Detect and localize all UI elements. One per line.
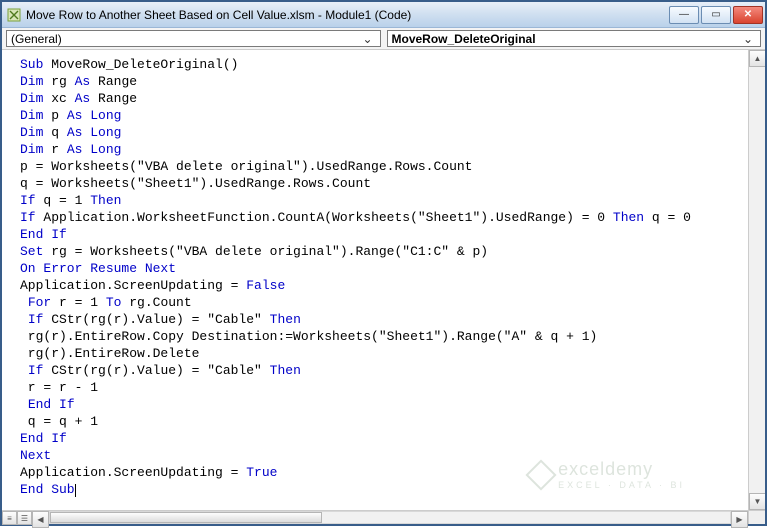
code-line[interactable]: If CStr(rg(r).Value) = "Cable" Then xyxy=(20,311,746,328)
procedure-view-button[interactable]: ≡ xyxy=(2,511,17,525)
code-line[interactable]: If q = 1 Then xyxy=(20,192,746,209)
code-line[interactable]: End If xyxy=(20,226,746,243)
code-line[interactable]: If CStr(rg(r).Value) = "Cable" Then xyxy=(20,362,746,379)
code-line[interactable]: rg(r).EntireRow.Copy Destination:=Worksh… xyxy=(20,328,746,345)
code-line[interactable]: On Error Resume Next xyxy=(20,260,746,277)
code-line[interactable]: Application.ScreenUpdating = True xyxy=(20,464,746,481)
scroll-track[interactable] xyxy=(749,67,765,493)
code-line[interactable]: p = Worksheets("VBA delete original").Us… xyxy=(20,158,746,175)
code-line[interactable]: Next xyxy=(20,447,746,464)
minimize-button[interactable]: ― xyxy=(669,6,699,24)
full-module-view-button[interactable]: ☰ xyxy=(17,511,32,525)
dropdown-row: (General) ⌄ MoveRow_DeleteOriginal ⌄ xyxy=(2,28,765,50)
object-combo[interactable]: (General) ⌄ xyxy=(6,30,381,47)
procedure-combo[interactable]: MoveRow_DeleteOriginal ⌄ xyxy=(387,30,762,47)
code-line[interactable]: rg(r).EntireRow.Delete xyxy=(20,345,746,362)
scroll-left-arrow-icon[interactable]: ◀ xyxy=(32,511,49,528)
scroll-down-arrow-icon[interactable]: ▼ xyxy=(749,493,765,510)
code-line[interactable]: For r = 1 To rg.Count xyxy=(20,294,746,311)
chevron-down-icon: ⌄ xyxy=(740,32,756,46)
maximize-button[interactable]: ▭ xyxy=(701,6,731,24)
code-line[interactable]: Dim p As Long xyxy=(20,107,746,124)
window-title: Move Row to Another Sheet Based on Cell … xyxy=(26,8,411,22)
code-line[interactable]: q = Worksheets("Sheet1").UsedRange.Rows.… xyxy=(20,175,746,192)
code-line[interactable]: Dim r As Long xyxy=(20,141,746,158)
scroll-thumb[interactable] xyxy=(50,512,322,523)
chevron-down-icon: ⌄ xyxy=(360,32,376,46)
code-line[interactable]: Sub MoveRow_DeleteOriginal() xyxy=(20,56,746,73)
scroll-up-arrow-icon[interactable]: ▲ xyxy=(749,50,765,67)
procedure-combo-value: MoveRow_DeleteOriginal xyxy=(392,32,536,46)
scroll-track-h[interactable] xyxy=(49,511,731,524)
code-line[interactable]: If Application.WorksheetFunction.CountA(… xyxy=(20,209,746,226)
bottom-bar: ≡ ☰ ◀ ▶ xyxy=(2,510,765,524)
code-line[interactable]: End Sub xyxy=(20,481,746,498)
code-line[interactable]: End If xyxy=(20,430,746,447)
code-line[interactable]: Dim xc As Range xyxy=(20,90,746,107)
horizontal-scrollbar[interactable]: ◀ ▶ xyxy=(32,511,748,524)
view-mode-buttons: ≡ ☰ xyxy=(2,511,32,524)
code-line[interactable]: Set rg = Worksheets("VBA delete original… xyxy=(20,243,746,260)
code-line[interactable]: Dim q As Long xyxy=(20,124,746,141)
vertical-scrollbar[interactable]: ▲ ▼ xyxy=(748,50,765,510)
scroll-corner xyxy=(748,511,765,524)
code-line[interactable]: Dim rg As Range xyxy=(20,73,746,90)
object-combo-value: (General) xyxy=(11,32,62,46)
code-line[interactable]: Application.ScreenUpdating = False xyxy=(20,277,746,294)
code-line[interactable]: End If xyxy=(20,396,746,413)
app-icon xyxy=(6,7,22,23)
code-area: Sub MoveRow_DeleteOriginal()Dim rg As Ra… xyxy=(2,50,765,510)
code-line[interactable]: r = r - 1 xyxy=(20,379,746,396)
title-bar: Move Row to Another Sheet Based on Cell … xyxy=(2,2,765,28)
window-buttons: ― ▭ ✕ xyxy=(669,6,765,24)
code-line[interactable]: q = q + 1 xyxy=(20,413,746,430)
scroll-right-arrow-icon[interactable]: ▶ xyxy=(731,511,748,528)
close-button[interactable]: ✕ xyxy=(733,6,763,24)
code-body[interactable]: Sub MoveRow_DeleteOriginal()Dim rg As Ra… xyxy=(2,50,748,510)
